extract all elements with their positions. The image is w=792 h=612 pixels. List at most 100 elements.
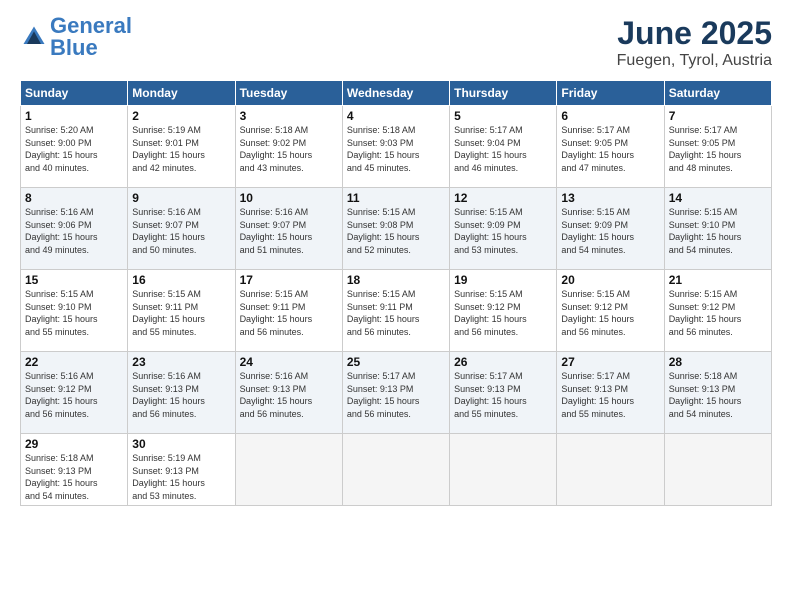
- calendar-cell: [664, 434, 771, 506]
- calendar-cell: 14Sunrise: 5:15 AM Sunset: 9:10 PM Dayli…: [664, 188, 771, 270]
- day-info: Sunrise: 5:15 AM Sunset: 9:09 PM Dayligh…: [454, 206, 552, 256]
- week-row-1: 1Sunrise: 5:20 AM Sunset: 9:00 PM Daylig…: [21, 106, 772, 188]
- day-info: Sunrise: 5:18 AM Sunset: 9:13 PM Dayligh…: [669, 370, 767, 420]
- calendar-cell: [450, 434, 557, 506]
- day-info: Sunrise: 5:20 AM Sunset: 9:00 PM Dayligh…: [25, 124, 123, 174]
- calendar-cell: 18Sunrise: 5:15 AM Sunset: 9:11 PM Dayli…: [342, 270, 449, 352]
- day-number: 8: [25, 191, 123, 205]
- weekday-header-friday: Friday: [557, 81, 664, 106]
- weekday-header-saturday: Saturday: [664, 81, 771, 106]
- weekday-header-tuesday: Tuesday: [235, 81, 342, 106]
- day-info: Sunrise: 5:18 AM Sunset: 9:02 PM Dayligh…: [240, 124, 338, 174]
- week-row-4: 22Sunrise: 5:16 AM Sunset: 9:12 PM Dayli…: [21, 352, 772, 434]
- day-info: Sunrise: 5:15 AM Sunset: 9:12 PM Dayligh…: [454, 288, 552, 338]
- day-number: 18: [347, 273, 445, 287]
- calendar-cell: 9Sunrise: 5:16 AM Sunset: 9:07 PM Daylig…: [128, 188, 235, 270]
- day-number: 26: [454, 355, 552, 369]
- day-info: Sunrise: 5:17 AM Sunset: 9:05 PM Dayligh…: [561, 124, 659, 174]
- day-number: 25: [347, 355, 445, 369]
- day-number: 21: [669, 273, 767, 287]
- day-number: 19: [454, 273, 552, 287]
- calendar-cell: 29Sunrise: 5:18 AM Sunset: 9:13 PM Dayli…: [21, 434, 128, 506]
- calendar-cell: 4Sunrise: 5:18 AM Sunset: 9:03 PM Daylig…: [342, 106, 449, 188]
- day-number: 17: [240, 273, 338, 287]
- day-number: 16: [132, 273, 230, 287]
- day-info: Sunrise: 5:19 AM Sunset: 9:01 PM Dayligh…: [132, 124, 230, 174]
- day-number: 20: [561, 273, 659, 287]
- day-number: 6: [561, 109, 659, 123]
- calendar-cell: 30Sunrise: 5:19 AM Sunset: 9:13 PM Dayli…: [128, 434, 235, 506]
- calendar-cell: 6Sunrise: 5:17 AM Sunset: 9:05 PM Daylig…: [557, 106, 664, 188]
- weekday-header-thursday: Thursday: [450, 81, 557, 106]
- day-info: Sunrise: 5:19 AM Sunset: 9:13 PM Dayligh…: [132, 452, 230, 502]
- day-number: 4: [347, 109, 445, 123]
- title-block: June 2025 Fuegen, Tyrol, Austria: [617, 15, 772, 70]
- calendar-cell: 11Sunrise: 5:15 AM Sunset: 9:08 PM Dayli…: [342, 188, 449, 270]
- week-row-2: 8Sunrise: 5:16 AM Sunset: 9:06 PM Daylig…: [21, 188, 772, 270]
- day-info: Sunrise: 5:16 AM Sunset: 9:07 PM Dayligh…: [132, 206, 230, 256]
- calendar-cell: 7Sunrise: 5:17 AM Sunset: 9:05 PM Daylig…: [664, 106, 771, 188]
- day-number: 13: [561, 191, 659, 205]
- calendar-cell: [342, 434, 449, 506]
- day-number: 14: [669, 191, 767, 205]
- calendar-cell: 22Sunrise: 5:16 AM Sunset: 9:12 PM Dayli…: [21, 352, 128, 434]
- weekday-header-wednesday: Wednesday: [342, 81, 449, 106]
- day-info: Sunrise: 5:15 AM Sunset: 9:11 PM Dayligh…: [347, 288, 445, 338]
- day-info: Sunrise: 5:17 AM Sunset: 9:13 PM Dayligh…: [454, 370, 552, 420]
- weekday-header-monday: Monday: [128, 81, 235, 106]
- day-number: 24: [240, 355, 338, 369]
- day-info: Sunrise: 5:15 AM Sunset: 9:08 PM Dayligh…: [347, 206, 445, 256]
- day-number: 1: [25, 109, 123, 123]
- calendar-cell: [235, 434, 342, 506]
- calendar-cell: 21Sunrise: 5:15 AM Sunset: 9:12 PM Dayli…: [664, 270, 771, 352]
- day-info: Sunrise: 5:15 AM Sunset: 9:09 PM Dayligh…: [561, 206, 659, 256]
- location-title: Fuegen, Tyrol, Austria: [617, 52, 772, 70]
- weekday-header-row: SundayMondayTuesdayWednesdayThursdayFrid…: [21, 81, 772, 106]
- day-number: 3: [240, 109, 338, 123]
- calendar-cell: 10Sunrise: 5:16 AM Sunset: 9:07 PM Dayli…: [235, 188, 342, 270]
- day-number: 23: [132, 355, 230, 369]
- weekday-header-sunday: Sunday: [21, 81, 128, 106]
- day-number: 2: [132, 109, 230, 123]
- day-info: Sunrise: 5:17 AM Sunset: 9:13 PM Dayligh…: [347, 370, 445, 420]
- day-number: 22: [25, 355, 123, 369]
- logo: General Blue: [20, 15, 132, 59]
- calendar-cell: 8Sunrise: 5:16 AM Sunset: 9:06 PM Daylig…: [21, 188, 128, 270]
- day-info: Sunrise: 5:17 AM Sunset: 9:04 PM Dayligh…: [454, 124, 552, 174]
- day-info: Sunrise: 5:15 AM Sunset: 9:11 PM Dayligh…: [132, 288, 230, 338]
- day-number: 12: [454, 191, 552, 205]
- logo-blue: Blue: [50, 35, 98, 60]
- calendar-cell: 19Sunrise: 5:15 AM Sunset: 9:12 PM Dayli…: [450, 270, 557, 352]
- week-row-3: 15Sunrise: 5:15 AM Sunset: 9:10 PM Dayli…: [21, 270, 772, 352]
- day-info: Sunrise: 5:16 AM Sunset: 9:12 PM Dayligh…: [25, 370, 123, 420]
- calendar-cell: 1Sunrise: 5:20 AM Sunset: 9:00 PM Daylig…: [21, 106, 128, 188]
- page: General Blue June 2025 Fuegen, Tyrol, Au…: [0, 0, 792, 612]
- day-number: 9: [132, 191, 230, 205]
- day-info: Sunrise: 5:18 AM Sunset: 9:03 PM Dayligh…: [347, 124, 445, 174]
- day-number: 27: [561, 355, 659, 369]
- day-info: Sunrise: 5:16 AM Sunset: 9:06 PM Dayligh…: [25, 206, 123, 256]
- calendar-cell: 24Sunrise: 5:16 AM Sunset: 9:13 PM Dayli…: [235, 352, 342, 434]
- day-info: Sunrise: 5:18 AM Sunset: 9:13 PM Dayligh…: [25, 452, 123, 502]
- day-info: Sunrise: 5:16 AM Sunset: 9:13 PM Dayligh…: [132, 370, 230, 420]
- calendar-cell: 16Sunrise: 5:15 AM Sunset: 9:11 PM Dayli…: [128, 270, 235, 352]
- day-number: 30: [132, 437, 230, 451]
- day-info: Sunrise: 5:16 AM Sunset: 9:13 PM Dayligh…: [240, 370, 338, 420]
- week-row-5: 29Sunrise: 5:18 AM Sunset: 9:13 PM Dayli…: [21, 434, 772, 506]
- calendar-cell: 3Sunrise: 5:18 AM Sunset: 9:02 PM Daylig…: [235, 106, 342, 188]
- calendar-cell: 17Sunrise: 5:15 AM Sunset: 9:11 PM Dayli…: [235, 270, 342, 352]
- calendar-cell: 26Sunrise: 5:17 AM Sunset: 9:13 PM Dayli…: [450, 352, 557, 434]
- month-title: June 2025: [617, 15, 772, 52]
- calendar: SundayMondayTuesdayWednesdayThursdayFrid…: [20, 80, 772, 506]
- day-info: Sunrise: 5:17 AM Sunset: 9:05 PM Dayligh…: [669, 124, 767, 174]
- calendar-cell: 2Sunrise: 5:19 AM Sunset: 9:01 PM Daylig…: [128, 106, 235, 188]
- calendar-cell: 12Sunrise: 5:15 AM Sunset: 9:09 PM Dayli…: [450, 188, 557, 270]
- calendar-cell: 23Sunrise: 5:16 AM Sunset: 9:13 PM Dayli…: [128, 352, 235, 434]
- calendar-cell: 15Sunrise: 5:15 AM Sunset: 9:10 PM Dayli…: [21, 270, 128, 352]
- day-info: Sunrise: 5:15 AM Sunset: 9:12 PM Dayligh…: [561, 288, 659, 338]
- calendar-cell: [557, 434, 664, 506]
- day-info: Sunrise: 5:16 AM Sunset: 9:07 PM Dayligh…: [240, 206, 338, 256]
- day-number: 7: [669, 109, 767, 123]
- day-number: 5: [454, 109, 552, 123]
- calendar-cell: 13Sunrise: 5:15 AM Sunset: 9:09 PM Dayli…: [557, 188, 664, 270]
